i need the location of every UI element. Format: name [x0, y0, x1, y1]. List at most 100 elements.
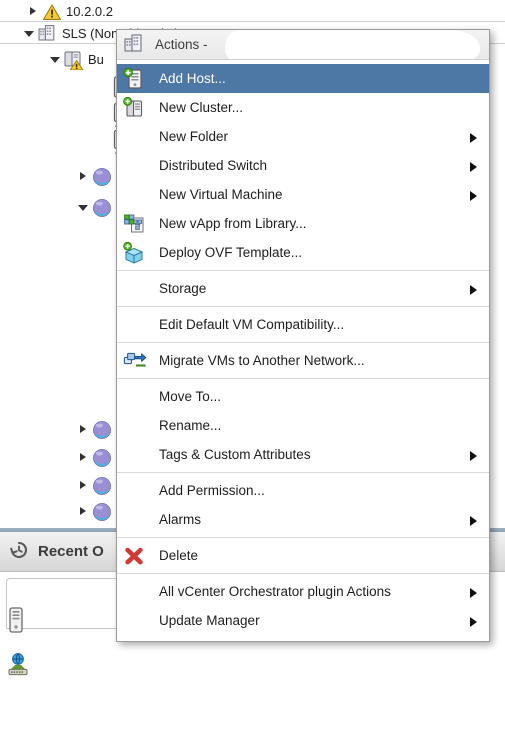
- delete-x-icon: [123, 545, 147, 567]
- tree-item[interactable]: [76, 446, 116, 468]
- submenu-arrow-icon: [470, 285, 477, 295]
- context-menu-header: Actions -: [117, 30, 489, 60]
- menu-separator: [117, 537, 489, 538]
- menu-icon-placeholder: [123, 610, 147, 632]
- warning-host-icon: [42, 2, 61, 20]
- tree-item[interactable]: [76, 500, 116, 522]
- menu-item-label: Tags & Custom Attributes: [159, 447, 311, 462]
- menu-item-label: Add Permission...: [159, 483, 265, 498]
- tree-item[interactable]: [76, 165, 116, 187]
- menu-item-move-to[interactable]: Move To...: [117, 382, 489, 411]
- menu-item-add-permission[interactable]: Add Permission...: [117, 476, 489, 505]
- menu-separator: [117, 472, 489, 473]
- menu-item-label: Deploy OVF Template...: [159, 245, 303, 260]
- menu-separator: [117, 306, 489, 307]
- menu-item-tags-custom-attributes[interactable]: Tags & Custom Attributes: [117, 440, 489, 469]
- chevron-down-icon[interactable]: [48, 52, 62, 66]
- tree-item[interactable]: Bu: [48, 48, 104, 71]
- menu-icon-placeholder: [123, 278, 147, 300]
- menu-icon-placeholder: [123, 155, 147, 177]
- submenu-arrow-icon: [470, 588, 477, 598]
- menu-item-deploy-ovf-template[interactable]: Deploy OVF Template...: [117, 238, 489, 267]
- menu-item-label: Move To...: [159, 389, 222, 404]
- submenu-arrow-icon: [470, 451, 477, 461]
- tree-item[interactable]: [76, 418, 116, 440]
- menu-item-label: New vApp from Library...: [159, 216, 307, 231]
- tree-item[interactable]: [76, 474, 116, 496]
- chevron-right-icon[interactable]: [76, 478, 90, 492]
- menu-item-new-vapp-from-library[interactable]: New vApp from Library...: [117, 209, 489, 238]
- menu-item-distributed-switch[interactable]: Distributed Switch: [117, 151, 489, 180]
- menu-item-delete[interactable]: Delete: [117, 541, 489, 570]
- menu-separator: [117, 270, 489, 271]
- chevron-right-icon[interactable]: [76, 169, 90, 183]
- tree-item[interactable]: 10.2.0.2: [26, 0, 113, 22]
- recent-objects-title: Recent O: [38, 543, 104, 560]
- vapp-icon: [123, 213, 147, 235]
- submenu-arrow-icon: [470, 133, 477, 143]
- menu-separator: [117, 378, 489, 379]
- menu-item-label: Edit Default VM Compatibility...: [159, 317, 345, 332]
- menu-item-add-host[interactable]: Add Host...: [117, 64, 489, 93]
- menu-item-label: New Virtual Machine: [159, 187, 283, 202]
- menu-icon-placeholder: [123, 415, 147, 437]
- add-host-icon: [123, 67, 147, 90]
- datacenter-icon: [38, 24, 56, 42]
- menu-icon-placeholder: [123, 184, 147, 206]
- menu-item-alarms[interactable]: Alarms: [117, 505, 489, 534]
- menu-item-migrate-vms-to-another-network[interactable]: Migrate VMs to Another Network...: [117, 346, 489, 375]
- menu-item-update-manager[interactable]: Update Manager: [117, 606, 489, 635]
- menu-item-storage[interactable]: Storage: [117, 274, 489, 303]
- menu-icon-placeholder: [123, 126, 147, 148]
- menu-item-all-vcenter-orchestrator-plugin-actions[interactable]: All vCenter Orchestrator plugin Actions: [117, 577, 489, 606]
- menu-item-label: Add Host...: [159, 71, 226, 86]
- actions-context-menu[interactable]: Actions - Add Host... New Cluster... New …: [116, 29, 490, 642]
- datacenter-icon: [123, 33, 143, 56]
- chevron-down-icon[interactable]: [76, 200, 90, 214]
- submenu-arrow-icon: [470, 516, 477, 526]
- menu-item-label: Migrate VMs to Another Network...: [159, 353, 365, 368]
- migrate-network-icon: [123, 350, 147, 372]
- vm-icon: [92, 420, 111, 439]
- menu-item-edit-default-vm-compatibility[interactable]: Edit Default VM Compatibility...: [117, 310, 489, 339]
- ovf-template-icon: [123, 241, 147, 264]
- chevron-right-icon[interactable]: [76, 422, 90, 436]
- submenu-arrow-icon: [470, 191, 477, 201]
- menu-icon-placeholder: [123, 509, 147, 531]
- redacted-object-name: [225, 30, 480, 59]
- new-cluster-icon: [123, 96, 147, 119]
- menu-icon-placeholder: [123, 386, 147, 408]
- host-icon[interactable]: [7, 607, 25, 636]
- menu-icon-placeholder: [123, 581, 147, 603]
- menu-item-label: Rename...: [159, 418, 222, 433]
- menu-item-label: All vCenter Orchestrator plugin Actions: [159, 584, 391, 599]
- vm-icon: [92, 167, 111, 186]
- vm-icon: [92, 198, 111, 217]
- tree-item-label: 10.2.0.2: [66, 3, 113, 19]
- vm-icon: [92, 476, 111, 495]
- menu-bottom-padding: [117, 635, 489, 641]
- menu-item-new-folder[interactable]: New Folder: [117, 122, 489, 151]
- chevron-right-icon[interactable]: [76, 450, 90, 464]
- menu-icon-placeholder: [123, 480, 147, 502]
- submenu-arrow-icon: [470, 617, 477, 627]
- tree-item[interactable]: [76, 196, 116, 218]
- menu-separator: [117, 342, 489, 343]
- chevron-right-icon[interactable]: [26, 4, 40, 18]
- network-globe-icon[interactable]: [6, 651, 32, 680]
- context-menu-header-label: Actions -: [155, 37, 208, 52]
- menu-item-new-virtual-machine[interactable]: New Virtual Machine: [117, 180, 489, 209]
- tree-item-label: Bu: [88, 51, 104, 67]
- menu-item-label: New Cluster...: [159, 100, 244, 115]
- menu-item-rename[interactable]: Rename...: [117, 411, 489, 440]
- menu-icon-placeholder: [123, 444, 147, 466]
- history-clock-icon: [8, 539, 30, 564]
- chevron-down-icon[interactable]: [22, 26, 36, 40]
- cluster-warning-icon: [64, 50, 84, 71]
- menu-item-new-cluster[interactable]: New Cluster...: [117, 93, 489, 122]
- menu-item-label: Alarms: [159, 512, 202, 527]
- chevron-right-icon[interactable]: [76, 504, 90, 518]
- menu-item-label: New Folder: [159, 129, 229, 144]
- menu-item-label: Storage: [159, 281, 207, 296]
